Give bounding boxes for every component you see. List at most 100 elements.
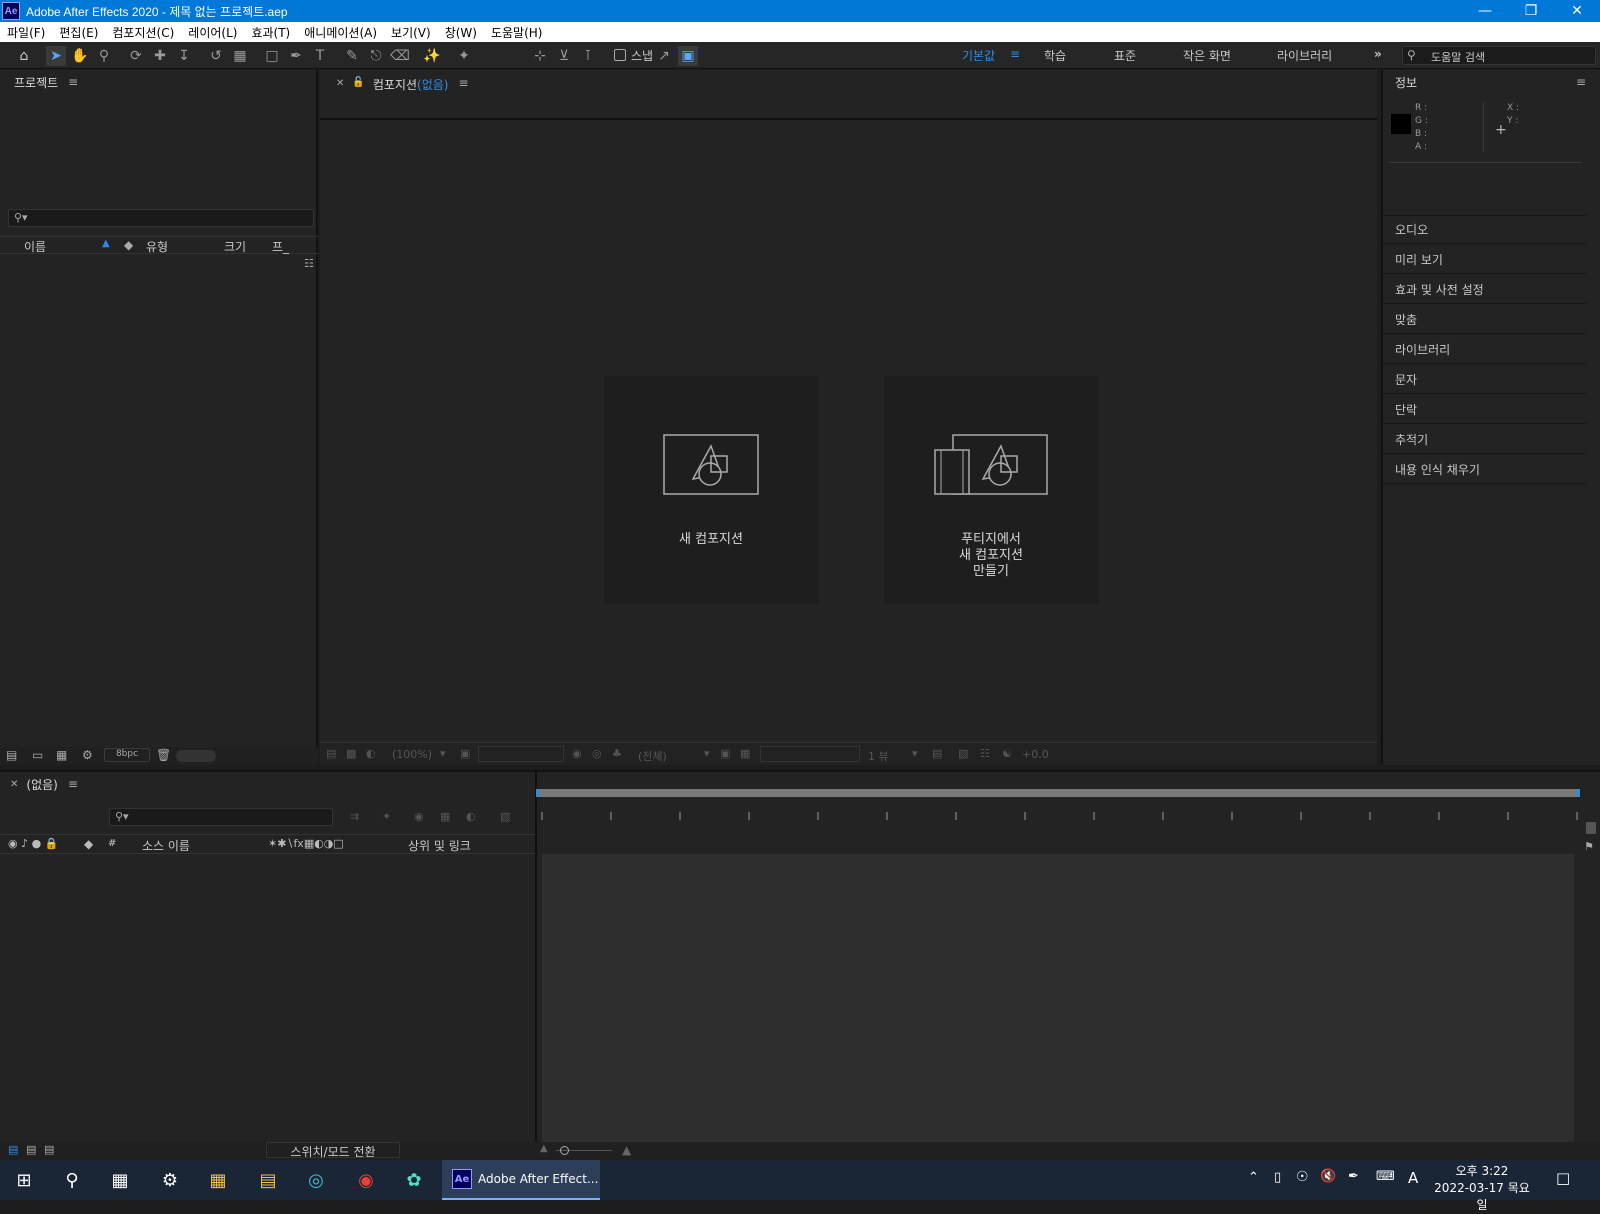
reset-exposure-icon[interactable]: ☯ <box>1002 747 1012 760</box>
region-of-interest-icon[interactable]: ▣ <box>720 747 730 760</box>
comp-mini-flowchart-icon[interactable]: ⇉ <box>350 810 359 823</box>
notifications-icon[interactable]: □ <box>1556 1169 1570 1187</box>
panel-paragraph[interactable]: 단락 <box>1383 395 1586 424</box>
zoom-slider-handle[interactable] <box>560 1146 569 1155</box>
axis-world-icon[interactable]: ⊻ <box>554 46 574 66</box>
panel-character[interactable]: 문자 <box>1383 365 1586 394</box>
panel-menu-icon[interactable]: ≡ <box>458 76 468 90</box>
column-frame-rate[interactable]: 프_ <box>272 238 289 255</box>
snap-target-icon[interactable]: ▣ <box>678 46 698 66</box>
thumbnail-scroll[interactable] <box>176 750 216 762</box>
volume-muted-icon[interactable]: 🔇 <box>1320 1169 1336 1184</box>
new-comp-from-footage-card[interactable]: 푸티지에서 새 컴포지션 만들기 <box>884 376 1098 604</box>
new-folder-icon[interactable]: ▭ <box>32 748 43 762</box>
zoom-out-icon[interactable]: ▲ <box>540 1143 548 1154</box>
pen-icon[interactable]: ✒ <box>1348 1169 1359 1184</box>
camera-dropdown[interactable] <box>760 746 860 762</box>
menu-layer[interactable]: 레이어(L) <box>181 24 244 41</box>
home-icon[interactable]: ⌂ <box>14 46 34 66</box>
edge-browser-icon[interactable]: ◎ <box>292 1160 340 1200</box>
menu-composition[interactable]: 컴포지션(C) <box>105 24 181 41</box>
lock-icon[interactable]: 🔓 <box>352 77 364 88</box>
keyboard-icon[interactable]: ⌨ <box>1376 1169 1395 1184</box>
workspace-libraries[interactable]: 라이브러리 <box>1277 47 1332 64</box>
trash-icon[interactable]: 🗑 <box>156 748 171 762</box>
column-type[interactable]: 유형 <box>146 238 168 255</box>
selection-tool-icon[interactable]: ➤ <box>46 46 66 66</box>
menu-window[interactable]: 창(W) <box>438 24 484 41</box>
panel-align[interactable]: 맞춤 <box>1383 305 1586 334</box>
panel-menu-icon[interactable]: ≡ <box>68 75 78 89</box>
column-number[interactable]: # <box>108 838 116 849</box>
flowchart-icon[interactable]: ☷ <box>304 257 314 270</box>
magnification-dropdown[interactable]: (100%) <box>392 748 432 761</box>
motion-blur-icon[interactable]: ◐ <box>466 810 476 823</box>
roto-brush-tool-icon[interactable]: ✨ <box>422 46 442 66</box>
more-workspaces-icon[interactable]: » <box>1374 47 1382 61</box>
fast-previews-icon[interactable]: ▤ <box>932 747 942 760</box>
flowchart-icon[interactable]: ☷ <box>980 747 990 760</box>
menu-edit[interactable]: 편집(E) <box>52 24 105 41</box>
rectangle-tool-icon[interactable]: □ <box>262 46 282 66</box>
transfer-controls-icon[interactable]: ▤ <box>26 1143 36 1156</box>
interpret-footage-icon[interactable]: ▤ <box>6 748 17 762</box>
pin-icon[interactable]: ⚑ <box>1584 840 1594 853</box>
pan-tool-icon[interactable]: ✚ <box>150 46 170 66</box>
transparency-grid-icon[interactable]: ▦ <box>740 747 750 760</box>
snap-options-icon[interactable]: ↗ <box>654 46 674 66</box>
column-parent-link[interactable]: 상위 및 링크 <box>408 837 471 854</box>
project-settings-icon[interactable]: ⚙ <box>82 748 93 762</box>
channel-icon[interactable]: ♣ <box>612 747 622 760</box>
pen-tool-icon[interactable]: ✒ <box>286 46 306 66</box>
sort-ascending-icon[interactable]: ▲ <box>102 238 110 249</box>
new-composition-icon[interactable]: ▦ <box>56 748 67 762</box>
panel-effects-presets[interactable]: 효과 및 사전 설정 <box>1383 275 1586 304</box>
zoom-tool-icon[interactable]: ⚲ <box>94 46 114 66</box>
timeline-search-input[interactable]: ⚲▾ <box>109 808 333 826</box>
draft-3d-icon[interactable]: ✦ <box>382 810 391 823</box>
workspace-learn[interactable]: 학습 <box>1044 47 1066 64</box>
resolution-dropdown[interactable]: (전체) <box>638 748 667 764</box>
comp-tab-none[interactable]: (없음) <box>417 76 448 93</box>
type-tool-icon[interactable]: T <box>310 46 330 66</box>
clone-stamp-tool-icon[interactable]: ⎋ <box>366 46 386 66</box>
frame-blending-icon[interactable]: ▦ <box>440 810 450 823</box>
column-size[interactable]: 크기 <box>224 238 246 255</box>
store-icon[interactable]: ▦ <box>194 1160 242 1200</box>
rotate-tool-icon[interactable]: ↺ <box>206 46 226 66</box>
mask-icon[interactable]: ◐ <box>366 747 376 760</box>
workspace-menu-icon[interactable]: ≡ <box>1010 47 1020 61</box>
timecode-field[interactable] <box>478 746 564 762</box>
fit-icon[interactable]: ▣ <box>460 747 470 760</box>
chevron-down-icon[interactable]: ▾ <box>440 747 446 760</box>
column-source-name[interactable]: 소스 이름 <box>142 837 190 854</box>
label-tag-icon[interactable]: ◆ <box>84 837 93 851</box>
close-tab-icon[interactable]: ✕ <box>10 779 18 790</box>
av-features-icons[interactable]: ◉ ♪ ● 🔒 <box>8 837 58 850</box>
panel-audio[interactable]: 오디오 <box>1383 215 1586 244</box>
column-name[interactable]: 이름 <box>24 238 46 255</box>
hand-tool-icon[interactable]: ✋ <box>70 46 90 66</box>
snap-checkbox[interactable] <box>614 49 626 61</box>
menu-animation[interactable]: 애니메이션(A) <box>297 24 384 41</box>
layer-switches-icon[interactable]: ▤ <box>8 1143 18 1156</box>
restore-button[interactable]: ❐ <box>1508 0 1554 22</box>
task-view-icon[interactable]: ▦ <box>96 1160 144 1200</box>
timeline-tab-label[interactable]: (없음) <box>26 776 57 793</box>
app-bird-icon[interactable]: ✿ <box>390 1160 438 1200</box>
snapshot-icon[interactable]: ◉ <box>572 747 582 760</box>
timeline-scrollbar[interactable] <box>1586 822 1596 834</box>
file-explorer-icon[interactable]: ▤ <box>244 1160 292 1200</box>
chrome-browser-icon[interactable]: ◉ <box>342 1160 390 1200</box>
puppet-pin-tool-icon[interactable]: ✦ <box>454 46 474 66</box>
label-tag-icon[interactable]: ◆ <box>124 238 133 252</box>
new-composition-card[interactable]: 새 컴포지션 <box>604 376 818 604</box>
panel-tracker[interactable]: 추적기 <box>1383 425 1586 454</box>
chevron-down-icon[interactable]: ▾ <box>704 747 710 760</box>
menu-effect[interactable]: 효과(T) <box>244 24 297 41</box>
graph-editor-icon[interactable]: ▨ <box>500 810 510 823</box>
hidden-icons-chevron-icon[interactable]: ⌃ <box>1248 1170 1259 1185</box>
menu-help[interactable]: 도움말(H) <box>484 24 550 41</box>
panel-menu-icon[interactable]: ≡ <box>1576 75 1586 89</box>
clock[interactable]: 오후 3:22 2022-03-17 목요일 <box>1432 1163 1532 1214</box>
